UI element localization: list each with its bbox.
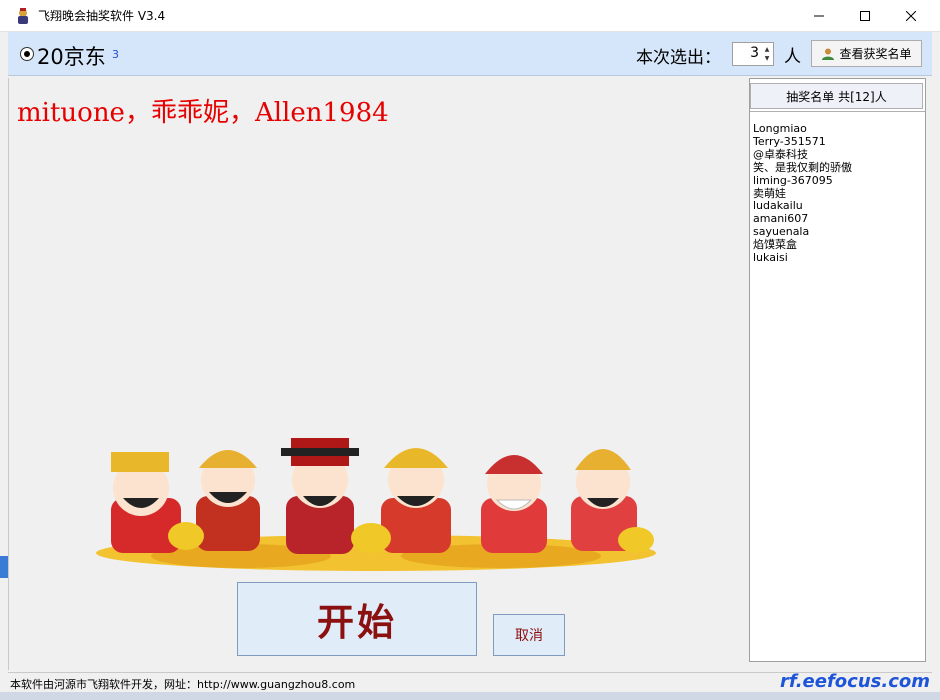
winner-names: Longmiao Terry-351571 @卓泰科技 笑、是我仅剩的骄傲 liming… [750, 112, 925, 265]
maximize-icon [860, 10, 870, 21]
minimize-icon [814, 15, 824, 16]
draw-count-value: 3 [750, 45, 759, 61]
radio-selected-icon[interactable] [20, 47, 34, 61]
winner-name-item[interactable]: liming-367095 [753, 174, 925, 188]
user-icon [822, 48, 835, 60]
winner-name-item[interactable]: 笑、是我仅剩的骄傲 [753, 161, 925, 175]
prize-count: 3 [112, 48, 119, 61]
app-icon [18, 8, 28, 24]
current-winners: mituone，乖乖妮，Allen1984 [17, 98, 389, 128]
winner-list-header[interactable]: 抽奖名单 共[12]人 [750, 83, 923, 109]
window-title: 飞翔晚会抽奖软件 V3.4 [38, 9, 166, 23]
start-button[interactable]: 开始 [237, 582, 477, 656]
winner-name-item[interactable]: @卓泰科技 [753, 148, 925, 162]
maximize-button[interactable] [842, 0, 888, 31]
watermark-text: rf.eefocus.com [779, 671, 930, 692]
draw-area: mituone，乖乖妮，Allen1984 开始 取消 [8, 78, 749, 670]
winner-name-item[interactable]: lukaisi [753, 251, 925, 265]
fortune-gods-illustration [96, 438, 656, 571]
unit-label: 人 [784, 47, 801, 67]
close-icon [906, 10, 916, 21]
winner-name-item[interactable]: Longmiao [753, 122, 925, 136]
title-bar: 飞翔晚会抽奖软件 V3.4 [0, 0, 940, 32]
background-taskbar-strip [0, 692, 940, 700]
draw-count-label: 本次选出： [636, 48, 721, 68]
minimize-button[interactable] [796, 0, 842, 31]
status-bar: 本软件由河源市飞翔软件开发，网址：http://www.guangzhou8.c… [8, 671, 932, 693]
prize-name: 20京东 [37, 45, 106, 69]
view-winners-button[interactable]: 查看获奖名单 [811, 40, 922, 67]
winner-list[interactable]: Longmiao Terry-351571 @卓泰科技 笑、是我仅剩的骄傲 liming… [750, 111, 925, 660]
winner-list-panel: 抽奖名单 共[12]人 Longmiao Terry-351571 @卓泰科技 笑、是… [749, 78, 926, 662]
prize-toolbar: 20京东 3 本次选出： 3 ▲ ▼ 人 查看获奖名单 [8, 32, 932, 76]
close-button[interactable] [888, 0, 934, 31]
winner-name-item[interactable]: Terry-351571 [753, 135, 925, 149]
background-window-edge [0, 556, 8, 578]
status-text: 本软件由河源市飞翔软件开发，网址：http://www.guangzhou8.c… [10, 678, 356, 691]
stepper-arrows-icon[interactable]: ▲ ▼ [763, 45, 771, 63]
draw-count-stepper[interactable]: 3 ▲ ▼ [732, 42, 774, 66]
app-window: 飞翔晚会抽奖软件 V3.4 20京东 3 本次选出： 3 ▲ ▼ 人 查看获奖名单 [0, 0, 940, 700]
cancel-button[interactable]: 取消 [493, 614, 565, 656]
view-winners-label: 查看获奖名单 [839, 47, 912, 61]
